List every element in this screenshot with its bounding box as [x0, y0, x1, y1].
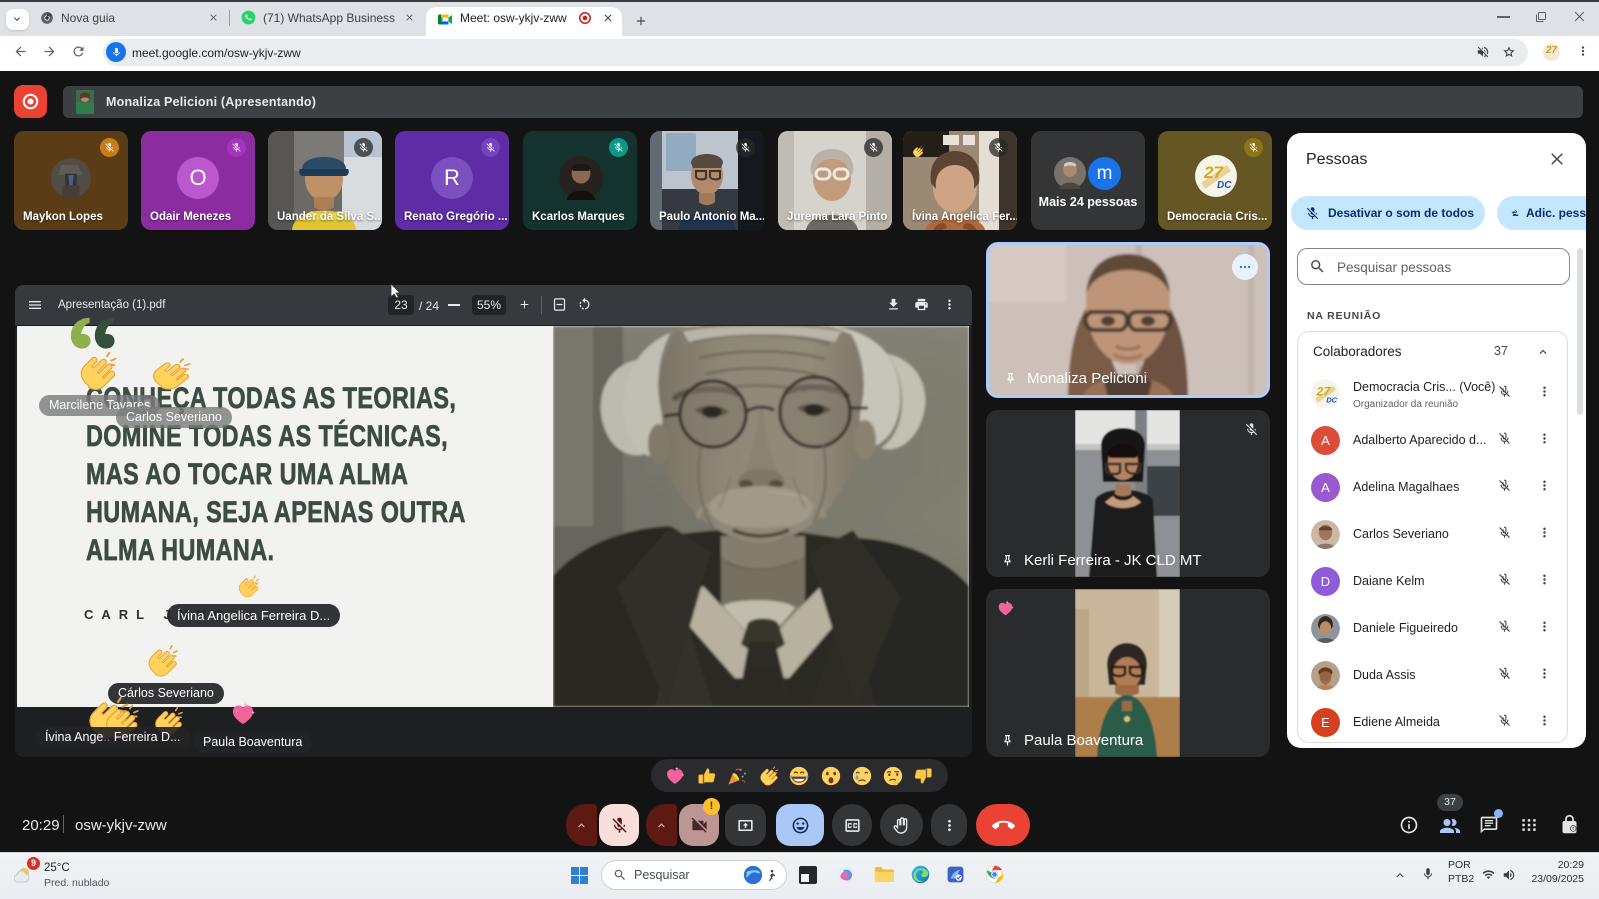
svg-text:DC: DC [1217, 180, 1232, 191]
svg-text:DC: DC [1326, 395, 1337, 404]
